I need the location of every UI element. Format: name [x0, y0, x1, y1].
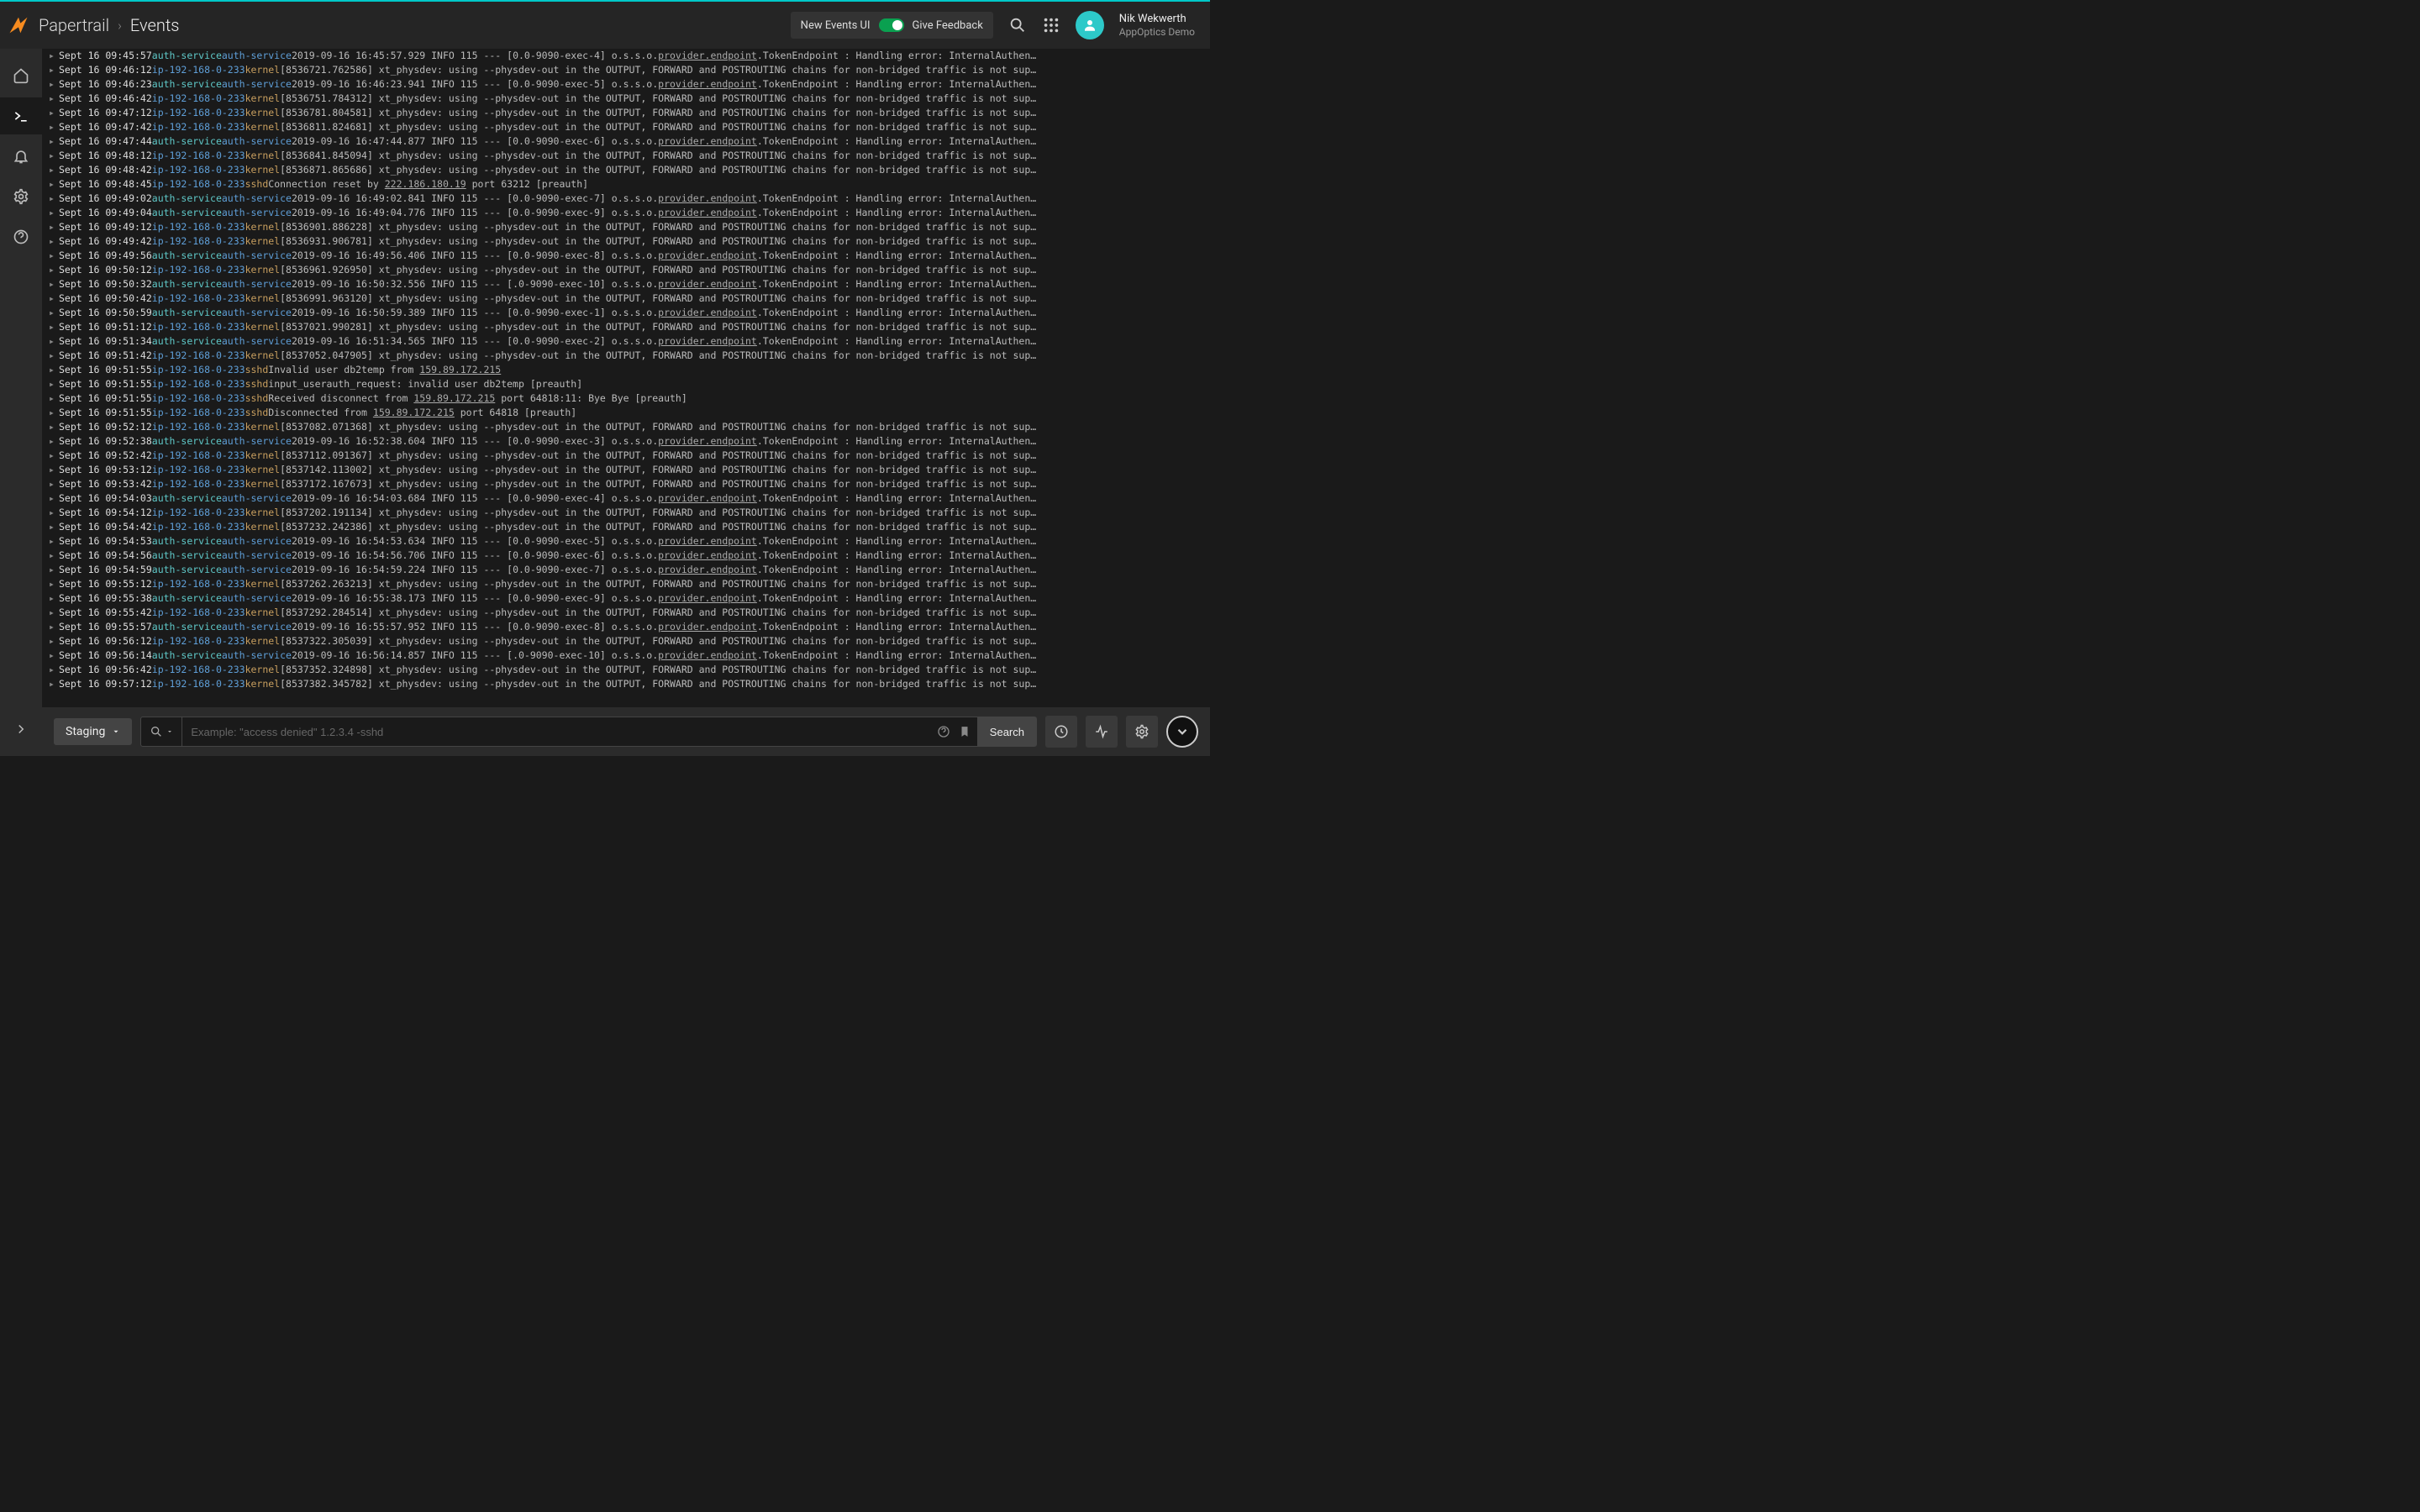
log-line[interactable]: ▸Sept 16 09:54:42 ip-192-168-0-233 kerne… [49, 520, 1210, 534]
sidebar-item-help[interactable] [0, 218, 42, 255]
log-line[interactable]: ▸Sept 16 09:56:14 auth-service auth-serv… [49, 648, 1210, 663]
log-line[interactable]: ▸Sept 16 09:49:56 auth-service auth-serv… [49, 249, 1210, 263]
sidebar-item-alerts[interactable] [0, 138, 42, 175]
sidebar-expand[interactable] [0, 711, 42, 748]
log-line[interactable]: ▸Sept 16 09:46:23 auth-service auth-serv… [49, 77, 1210, 92]
user-org: AppOptics Demo [1119, 26, 1195, 38]
new-events-ui-label: New Events UI [801, 19, 871, 32]
log-line[interactable]: ▸Sept 16 09:51:55 ip-192-168-0-233 sshd … [49, 377, 1210, 391]
search-icon[interactable] [1008, 16, 1027, 34]
log-line[interactable]: ▸Sept 16 09:55:57 auth-service auth-serv… [49, 620, 1210, 634]
terminal-icon [13, 108, 29, 124]
log-line[interactable]: ▸Sept 16 09:54:59 auth-service auth-serv… [49, 563, 1210, 577]
log-line[interactable]: ▸Sept 16 09:53:12 ip-192-168-0-233 kerne… [49, 463, 1210, 477]
caret-down-icon [166, 728, 173, 735]
log-line[interactable]: ▸Sept 16 09:54:56 auth-service auth-serv… [49, 549, 1210, 563]
search-input[interactable] [182, 726, 929, 738]
log-line[interactable]: ▸Sept 16 09:52:38 auth-service auth-serv… [49, 434, 1210, 449]
log-line[interactable]: ▸Sept 16 09:47:12 ip-192-168-0-233 kerne… [49, 106, 1210, 120]
breadcrumb: Papertrail › Events [39, 15, 179, 35]
sidebar-item-events[interactable] [0, 97, 42, 134]
gear-icon [13, 188, 29, 205]
log-line[interactable]: ▸Sept 16 09:50:32 auth-service auth-serv… [49, 277, 1210, 291]
log-line[interactable]: ▸Sept 16 09:54:12 ip-192-168-0-233 kerne… [49, 506, 1210, 520]
bottombar: Staging Search [42, 707, 1210, 756]
sidebar [0, 49, 42, 756]
log-line[interactable]: ▸Sept 16 09:48:42 ip-192-168-0-233 kerne… [49, 163, 1210, 177]
scroll-to-bottom-button[interactable] [1166, 716, 1198, 748]
search-mode-selector[interactable] [141, 717, 182, 746]
gear-icon [1134, 724, 1150, 739]
log-line[interactable]: ▸Sept 16 09:49:42 ip-192-168-0-233 kerne… [49, 234, 1210, 249]
log-line[interactable]: ▸Sept 16 09:53:42 ip-192-168-0-233 kerne… [49, 477, 1210, 491]
bookmark-icon[interactable] [959, 726, 971, 738]
sidebar-item-home[interactable] [0, 57, 42, 94]
breadcrumb-section: Events [130, 15, 180, 35]
bell-icon [13, 148, 29, 165]
log-line[interactable]: ▸Sept 16 09:55:38 auth-service auth-serv… [49, 591, 1210, 606]
user-name: Nik Wekwerth [1119, 13, 1195, 26]
log-line[interactable]: ▸Sept 16 09:46:12 ip-192-168-0-233 kerne… [49, 63, 1210, 77]
log-line[interactable]: ▸Sept 16 09:52:42 ip-192-168-0-233 kerne… [49, 449, 1210, 463]
log-line[interactable]: ▸Sept 16 09:51:55 ip-192-168-0-233 sshd … [49, 406, 1210, 420]
log-line[interactable]: ▸Sept 16 09:47:42 ip-192-168-0-233 kerne… [49, 120, 1210, 134]
search-button[interactable]: Search [977, 717, 1036, 746]
log-line[interactable]: ▸Sept 16 09:48:12 ip-192-168-0-233 kerne… [49, 149, 1210, 163]
home-icon [13, 67, 29, 84]
log-line[interactable]: ▸Sept 16 09:57:12 ip-192-168-0-233 kerne… [49, 677, 1210, 691]
log-line[interactable]: ▸Sept 16 09:51:55 ip-192-168-0-233 sshd … [49, 363, 1210, 377]
log-line[interactable]: ▸Sept 16 09:49:12 ip-192-168-0-233 kerne… [49, 220, 1210, 234]
breadcrumb-product[interactable]: Papertrail [39, 15, 109, 35]
log-line[interactable]: ▸Sept 16 09:56:42 ip-192-168-0-233 kerne… [49, 663, 1210, 677]
person-icon [1082, 18, 1097, 33]
search-icon [150, 725, 163, 738]
log-line[interactable]: ▸Sept 16 09:55:42 ip-192-168-0-233 kerne… [49, 606, 1210, 620]
search-bar: Search [140, 717, 1037, 747]
activity-icon [1094, 724, 1109, 739]
log-line[interactable]: ▸Sept 16 09:48:45 ip-192-168-0-233 sshd … [49, 177, 1210, 192]
chevron-right-icon [13, 722, 29, 737]
log-line[interactable]: ▸Sept 16 09:52:12 ip-192-168-0-233 kerne… [49, 420, 1210, 434]
log-viewer[interactable]: ▸Sept 16 09:45:57 auth-service auth-serv… [42, 49, 1210, 707]
chevron-down-icon [1175, 724, 1190, 739]
new-events-ui-toggle[interactable]: New Events UI Give Feedback [791, 12, 993, 39]
apps-grid-icon[interactable] [1042, 16, 1060, 34]
log-line[interactable]: ▸Sept 16 09:49:04 auth-service auth-serv… [49, 206, 1210, 220]
environment-selector[interactable]: Staging [54, 718, 132, 745]
sidebar-item-settings[interactable] [0, 178, 42, 215]
clock-icon [1054, 724, 1069, 739]
help-icon [13, 228, 29, 245]
time-picker-button[interactable] [1045, 716, 1077, 748]
log-line[interactable]: ▸Sept 16 09:49:02 auth-service auth-serv… [49, 192, 1210, 206]
topbar: Papertrail › Events New Events UI Give F… [0, 2, 1210, 49]
solarwinds-logo-icon [7, 13, 30, 37]
chevron-right-icon: › [118, 18, 122, 34]
log-line[interactable]: ▸Sept 16 09:46:42 ip-192-168-0-233 kerne… [49, 92, 1210, 106]
log-line[interactable]: ▸Sept 16 09:51:42 ip-192-168-0-233 kerne… [49, 349, 1210, 363]
avatar[interactable] [1076, 11, 1104, 39]
log-line[interactable]: ▸Sept 16 09:51:12 ip-192-168-0-233 kerne… [49, 320, 1210, 334]
view-settings-button[interactable] [1126, 716, 1158, 748]
environment-label: Staging [66, 725, 105, 738]
log-line[interactable]: ▸Sept 16 09:56:12 ip-192-168-0-233 kerne… [49, 634, 1210, 648]
log-line[interactable]: ▸Sept 16 09:55:12 ip-192-168-0-233 kerne… [49, 577, 1210, 591]
log-line[interactable]: ▸Sept 16 09:51:55 ip-192-168-0-233 sshd … [49, 391, 1210, 406]
log-line[interactable]: ▸Sept 16 09:54:03 auth-service auth-serv… [49, 491, 1210, 506]
log-line[interactable]: ▸Sept 16 09:54:53 auth-service auth-serv… [49, 534, 1210, 549]
log-line[interactable]: ▸Sept 16 09:50:12 ip-192-168-0-233 kerne… [49, 263, 1210, 277]
log-line[interactable]: ▸Sept 16 09:47:44 auth-service auth-serv… [49, 134, 1210, 149]
toggle-switch-icon[interactable] [879, 18, 904, 32]
help-icon[interactable] [937, 725, 950, 738]
give-feedback-link[interactable]: Give Feedback [913, 19, 983, 32]
log-line[interactable]: ▸Sept 16 09:50:42 ip-192-168-0-233 kerne… [49, 291, 1210, 306]
log-line[interactable]: ▸Sept 16 09:45:57 auth-service auth-serv… [49, 49, 1210, 63]
graph-button[interactable] [1086, 716, 1118, 748]
log-line[interactable]: ▸Sept 16 09:50:59 auth-service auth-serv… [49, 306, 1210, 320]
user-block[interactable]: Nik Wekwerth AppOptics Demo [1119, 13, 1195, 38]
caret-down-icon [112, 727, 120, 736]
log-line[interactable]: ▸Sept 16 09:51:34 auth-service auth-serv… [49, 334, 1210, 349]
